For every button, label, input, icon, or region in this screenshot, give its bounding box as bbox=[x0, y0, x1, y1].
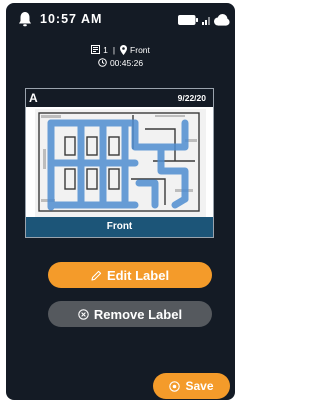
save-button[interactable]: Save bbox=[153, 373, 230, 399]
remove-circle-icon bbox=[78, 308, 89, 320]
remove-label-text: Remove Label bbox=[93, 306, 183, 322]
status-bar: 10:57 AM bbox=[6, 3, 235, 37]
elapsed-time: 00:45:26 bbox=[109, 57, 144, 68]
map-card-label: Front bbox=[26, 217, 213, 237]
battery-icon bbox=[178, 15, 198, 25]
map-count: 1 bbox=[103, 44, 108, 55]
clock-icon bbox=[98, 58, 107, 67]
map-card-header: A 9/22/20 bbox=[26, 89, 213, 107]
bell-icon bbox=[19, 12, 31, 27]
signal-icon bbox=[202, 17, 210, 25]
map-card-date: 9/22/20 bbox=[177, 93, 206, 103]
floor-map-image bbox=[35, 109, 206, 217]
elapsed-row: 00:45:26 bbox=[6, 56, 235, 69]
edit-label-text: Edit Label bbox=[106, 267, 170, 283]
session-info: 1 | Front 00:45:26 bbox=[6, 43, 235, 69]
map-card[interactable]: A 9/22/20 Front bbox=[25, 88, 214, 238]
edit-label-button[interactable]: Edit Label bbox=[48, 262, 212, 288]
info-separator: | bbox=[112, 44, 116, 55]
pencil-icon bbox=[91, 270, 102, 281]
save-check-icon bbox=[169, 380, 181, 392]
map-icon bbox=[91, 45, 101, 54]
location-pin-icon bbox=[120, 44, 128, 55]
remove-label-button[interactable]: Remove Label bbox=[48, 301, 212, 327]
map-count-row: 1 | Front bbox=[6, 43, 235, 56]
status-time: 10:57 AM bbox=[40, 12, 103, 26]
save-text: Save bbox=[185, 379, 214, 393]
device-screen: 10:57 AM 1 | Front 00:45:26 A 9/22/20 Fr… bbox=[6, 3, 235, 400]
map-card-letter: A bbox=[29, 91, 38, 105]
cloud-icon bbox=[214, 14, 230, 26]
location-name: Front bbox=[130, 44, 150, 55]
